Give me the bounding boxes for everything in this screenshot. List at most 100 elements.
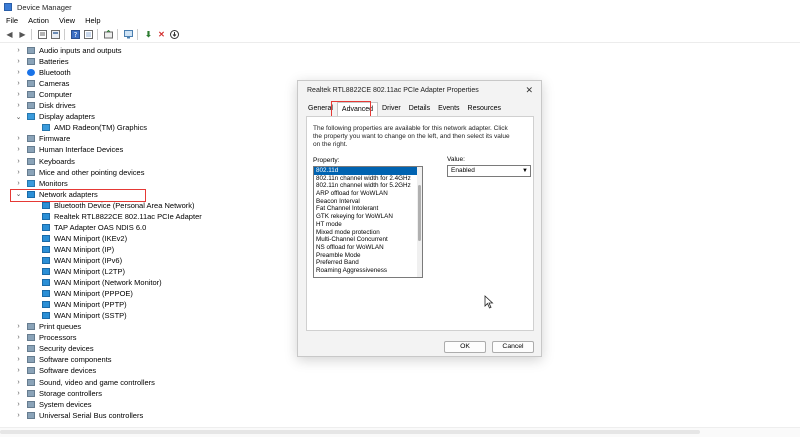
property-list-item[interactable]: Multi-Channel Concurrent	[314, 236, 422, 244]
close-icon[interactable]: ✕	[525, 85, 533, 96]
property-list-item[interactable]: HT mode	[314, 221, 422, 229]
tab-details[interactable]: Details	[405, 102, 434, 116]
property-list-item[interactable]: Beacon Interval	[314, 198, 422, 206]
tree-device[interactable]: WAN Miniport (IKEv2)	[30, 233, 127, 244]
tree-device[interactable]: TAP Adapter OAS NDIS 6.0	[30, 222, 146, 233]
tree-category[interactable]: › Disk drives	[15, 100, 75, 111]
uninstall-icon[interactable]: ✕	[156, 29, 167, 40]
property-list-item[interactable]: NS offload for WoWLAN	[314, 244, 422, 252]
properties-icon[interactable]	[37, 29, 48, 40]
property-list-item[interactable]: Roaming Aggressiveness	[314, 267, 422, 275]
tree-device[interactable]: AMD Radeon(TM) Graphics	[30, 122, 147, 133]
chevron-right-icon[interactable]: ›	[15, 180, 22, 187]
menu-file[interactable]: File	[6, 16, 18, 25]
show-hidden-icon[interactable]	[50, 29, 61, 40]
tree-category[interactable]: › Keyboards	[15, 156, 75, 167]
chevron-right-icon[interactable]: ›	[15, 334, 22, 341]
network-icon	[42, 234, 50, 242]
tree-device[interactable]: WAN Miniport (Network Monitor)	[30, 277, 162, 288]
chevron-right-icon[interactable]: ›	[15, 412, 22, 419]
property-listbox[interactable]: 802.11d 802.11n channel width for 2.4GHz 8…	[313, 166, 423, 278]
chevron-right-icon[interactable]: ›	[15, 367, 22, 374]
tree-category[interactable]: › Cameras	[15, 78, 69, 89]
chevron-right-icon[interactable]: ›	[15, 169, 22, 176]
tree-device[interactable]: WAN Miniport (PPTP)	[30, 299, 127, 310]
property-list-item[interactable]: 802.11d	[314, 167, 422, 175]
tree-category[interactable]: › Security devices	[15, 343, 93, 354]
tree-category[interactable]: › Audio inputs and outputs	[15, 45, 121, 56]
tree-category[interactable]: › Mice and other pointing devices	[15, 167, 144, 178]
chevron-right-icon[interactable]: ›	[15, 323, 22, 330]
tree-category[interactable]: › Processors	[15, 332, 76, 343]
hscroll-thumb[interactable]	[0, 430, 700, 434]
tree-category[interactable]: › Bluetooth	[15, 67, 70, 78]
tab-events[interactable]: Events	[434, 102, 463, 116]
tree-category[interactable]: › Firmware	[15, 133, 70, 144]
tree-category[interactable]: › Software devices	[15, 365, 96, 376]
scrollbar-thumb[interactable]	[418, 185, 421, 241]
tree-category[interactable]: › Human Interface Devices	[15, 144, 123, 155]
ok-button[interactable]: OK	[444, 341, 486, 353]
property-list-item[interactable]: Preferred Band	[314, 259, 422, 267]
tree-category[interactable]: › Storage controllers	[15, 388, 102, 399]
menu-help[interactable]: Help	[85, 16, 100, 25]
help-icon[interactable]: ?	[70, 29, 81, 40]
window-title: Device Manager	[17, 2, 72, 12]
tree-category[interactable]: › Universal Serial Bus controllers	[15, 410, 143, 421]
property-list-item[interactable]: Preamble Mode	[314, 252, 422, 260]
cancel-button[interactable]: Cancel	[492, 341, 534, 353]
chevron-right-icon[interactable]: ›	[15, 146, 22, 153]
chevron-right-icon[interactable]: ›	[15, 58, 22, 65]
property-list-item[interactable]: ARP offload for WoWLAN	[314, 190, 422, 198]
chevron-right-icon[interactable]: ›	[15, 379, 22, 386]
view-icon[interactable]	[83, 29, 94, 40]
value-select[interactable]: Enabled ▼	[447, 165, 531, 177]
toolbar-separator	[137, 29, 138, 40]
chevron-right-icon[interactable]: ›	[15, 158, 22, 165]
property-list-item[interactable]: Fat Channel Intolerant	[314, 205, 422, 213]
chevron-right-icon[interactable]: ›	[15, 390, 22, 397]
chevron-down-icon[interactable]: ▼	[521, 167, 529, 175]
chevron-right-icon[interactable]: ›	[15, 401, 22, 408]
tree-category[interactable]: › Print queues	[15, 321, 81, 332]
chevron-right-icon[interactable]: ›	[15, 356, 22, 363]
tab-driver[interactable]: Driver	[378, 102, 405, 116]
tree-category[interactable]: › System devices	[15, 399, 91, 410]
tree-device[interactable]: WAN Miniport (PPPOE)	[30, 288, 133, 299]
tree-category[interactable]: › Software components	[15, 354, 111, 365]
menu-action[interactable]: Action	[28, 16, 49, 25]
disable-icon[interactable]	[169, 29, 180, 40]
chevron-right-icon[interactable]: ›	[15, 47, 22, 54]
chevron-right-icon[interactable]: ›	[15, 80, 22, 87]
tree-device[interactable]: WAN Miniport (IPv6)	[30, 255, 122, 266]
menu-view[interactable]: View	[59, 16, 75, 25]
processor-icon	[27, 334, 35, 342]
update-driver-icon[interactable]	[103, 29, 114, 40]
tree-device[interactable]: WAN Miniport (SSTP)	[30, 310, 127, 321]
tree-device[interactable]: WAN Miniport (IP)	[30, 244, 114, 255]
chevron-right-icon[interactable]: ›	[15, 69, 22, 76]
add-driver-icon[interactable]: ⬇	[143, 29, 154, 40]
property-list-item[interactable]: Mixed mode protection	[314, 229, 422, 237]
property-list-item[interactable]: 802.11n channel width for 5.2GHz	[314, 182, 422, 190]
chevron-right-icon[interactable]: ›	[15, 135, 22, 142]
tree-category[interactable]: ⌄ Display adapters	[15, 111, 95, 122]
listbox-scrollbar[interactable]	[417, 167, 422, 277]
chevron-right-icon[interactable]: ›	[15, 345, 22, 352]
chevron-down-icon[interactable]: ⌄	[15, 113, 22, 121]
forward-icon[interactable]: ▶	[17, 29, 28, 40]
tab-resources[interactable]: Resources	[464, 102, 505, 116]
back-icon[interactable]: ◀	[4, 29, 15, 40]
tree-device[interactable]: WAN Miniport (L2TP)	[30, 266, 125, 277]
tree-category[interactable]: › Computer	[15, 89, 72, 100]
tree-category[interactable]: › Batteries	[15, 56, 68, 67]
tree-category[interactable]: › Sound, video and game controllers	[15, 377, 155, 388]
property-list-item[interactable]: 802.11n channel width for 2.4GHz	[314, 175, 422, 183]
tree-category[interactable]: › Monitors	[15, 178, 67, 189]
hid-icon	[27, 146, 35, 154]
tree-device[interactable]: Realtek RTL8822CE 802.11ac PCIe Adapter	[30, 211, 202, 222]
chevron-right-icon[interactable]: ›	[15, 91, 22, 98]
scan-hardware-icon[interactable]	[123, 29, 134, 40]
property-list-item[interactable]: GTK rekeying for WoWLAN	[314, 213, 422, 221]
chevron-right-icon[interactable]: ›	[15, 102, 22, 109]
